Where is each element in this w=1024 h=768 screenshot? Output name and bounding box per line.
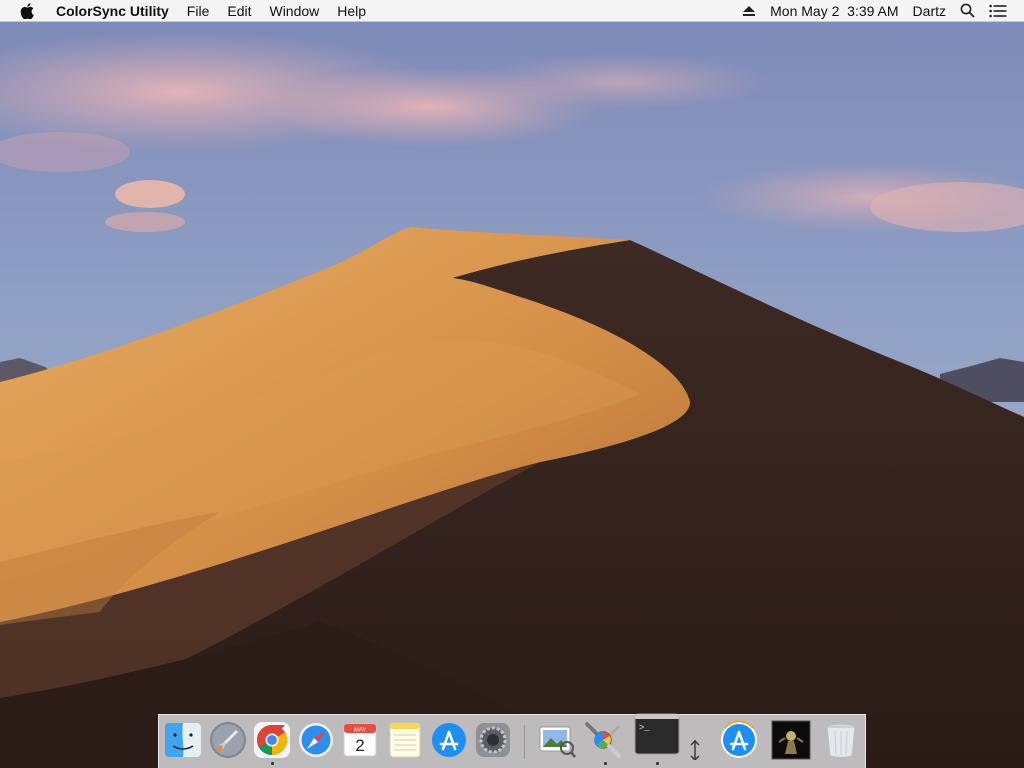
menu-file[interactable]: File <box>178 0 219 22</box>
menu-edit[interactable]: Edit <box>218 0 260 22</box>
dock-item-trash[interactable] <box>821 720 861 760</box>
dock: MAY 2 >_ <box>158 713 866 768</box>
menu-bar: ColorSync Utility File Edit Window Help … <box>0 0 1024 22</box>
chrome-icon <box>254 722 290 758</box>
clock-datetime[interactable]: Mon May 2 3:39 AM <box>763 0 905 22</box>
app-store-icon <box>432 723 466 757</box>
safari-compass-icon <box>299 723 333 757</box>
colorsync-utility-icon <box>585 722 621 758</box>
trash-icon <box>826 723 856 758</box>
app-store-download-icon <box>721 720 757 758</box>
album-cover-icon <box>771 720 811 760</box>
running-indicator-terminal <box>656 762 659 765</box>
dock-separator <box>524 725 525 759</box>
running-indicator-colorsync <box>604 762 607 765</box>
calendar-icon: MAY 2 <box>343 723 377 757</box>
app-menu-colorsync-utility[interactable]: ColorSync Utility <box>48 0 178 22</box>
user-name[interactable]: Dartz <box>906 0 953 22</box>
menu-bar-right: Mon May 2 3:39 AM Dartz <box>735 0 1024 22</box>
dock-item-calendar[interactable]: MAY 2 <box>340 720 380 760</box>
dock-item-app-store-download[interactable] <box>719 720 759 760</box>
calendar-day-label: 2 <box>355 736 364 755</box>
dock-item-app-store[interactable] <box>429 720 469 760</box>
resize-arrows-icon <box>690 740 700 760</box>
running-indicator-chrome <box>271 762 274 765</box>
dock-item-notes[interactable] <box>385 720 425 760</box>
finder-icon <box>165 723 201 757</box>
dock-item-downloads[interactable] <box>687 720 703 760</box>
dock-item-system-preferences[interactable] <box>473 720 513 760</box>
menu-bar-left: ColorSync Utility File Edit Window Help <box>0 0 375 22</box>
terminal-icon: >_ <box>634 713 680 755</box>
dock-item-terminal[interactable]: >_ <box>634 713 680 755</box>
notes-icon <box>389 722 421 758</box>
mojave-dune-wallpaper <box>0 22 1024 768</box>
preview-icon <box>539 726 576 758</box>
dock-item-safari[interactable] <box>296 720 336 760</box>
menu-window[interactable]: Window <box>260 0 328 22</box>
system-preferences-gear-icon <box>476 723 510 757</box>
dock-item-google-chrome[interactable] <box>252 720 292 760</box>
dock-item-album[interactable] <box>771 720 811 760</box>
apple-logo-icon[interactable] <box>20 0 36 22</box>
launchpad-rocket-icon <box>210 722 246 758</box>
desktop-wallpaper <box>0 22 1024 768</box>
dock-item-finder[interactable] <box>163 720 203 760</box>
dock-item-preview[interactable] <box>537 720 577 760</box>
dock-item-launchpad[interactable] <box>208 720 248 760</box>
terminal-prompt: >_ <box>639 723 650 733</box>
eject-icon[interactable] <box>735 0 763 22</box>
spotlight-search-icon[interactable] <box>953 0 982 22</box>
notification-center-icon[interactable] <box>982 0 1014 22</box>
dock-item-colorsync-utility[interactable] <box>583 720 623 760</box>
menu-help[interactable]: Help <box>328 0 375 22</box>
calendar-month-label: MAY <box>354 728 367 734</box>
